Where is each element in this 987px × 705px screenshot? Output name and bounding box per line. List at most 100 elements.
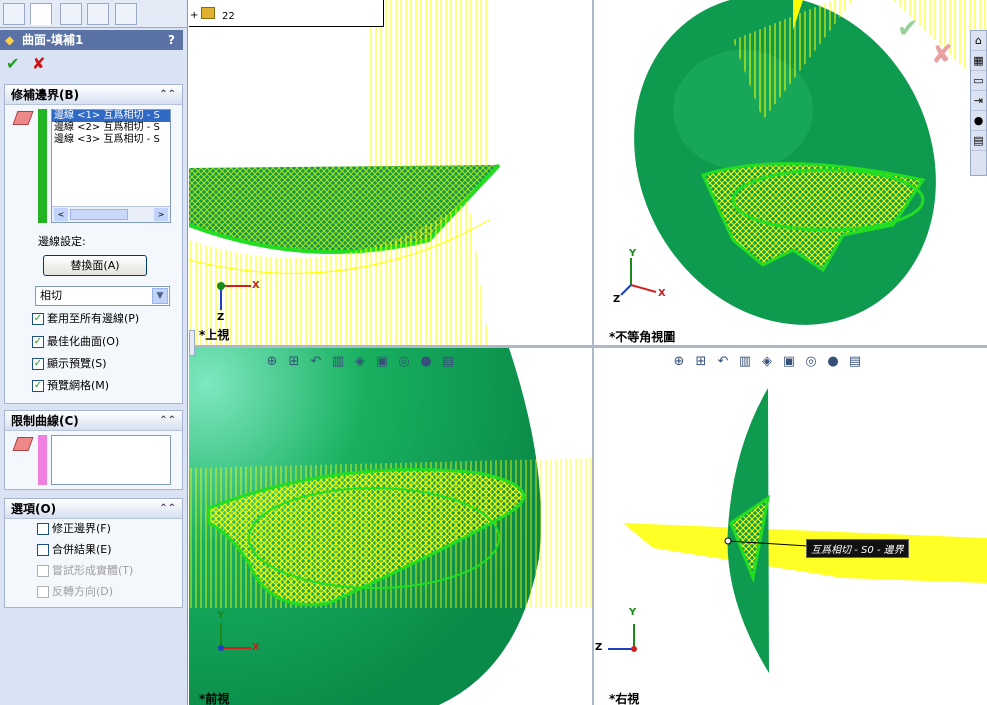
- ghost-ok-icon[interactable]: ✔: [897, 14, 919, 44]
- zoom-to-fit-icon[interactable]: ⊕: [261, 354, 283, 369]
- horizontal-splitter[interactable]: [189, 345, 987, 348]
- merge-result-checkbox[interactable]: 合併結果(E): [37, 543, 112, 559]
- patch-boundary-title: 修補邊界(B): [11, 88, 80, 102]
- preview-mesh-checkbox[interactable]: ✓ 預覽網格(M): [32, 379, 109, 395]
- expand-icon[interactable]: +: [190, 10, 198, 21]
- feature-title: 曲面-填補1: [22, 33, 84, 47]
- vertical-splitter[interactable]: [592, 0, 594, 705]
- display-style-icon[interactable]: ▣: [778, 354, 800, 369]
- zoom-area-icon[interactable]: ⊞: [690, 354, 712, 369]
- feature-tree-popup: + 22: [189, 0, 384, 27]
- constraint-curves-title: 限制曲線(C): [11, 414, 79, 428]
- appearance-icon[interactable]: ●: [971, 111, 986, 131]
- checkbox-label: 顯示預覽(S): [47, 357, 107, 370]
- triad-y-label: Y: [629, 248, 637, 259]
- explorer-icon[interactable]: ⇥: [971, 91, 986, 111]
- view-orientation-icon[interactable]: ◈: [756, 354, 778, 369]
- replace-face-button[interactable]: 替換面(A): [43, 255, 147, 276]
- scene-icon[interactable]: ▤: [844, 354, 866, 369]
- folder-icon[interactable]: ▭: [971, 71, 986, 91]
- library-icon[interactable]: ▦: [971, 51, 986, 71]
- options-header[interactable]: 選項(O) ⌃⌃: [5, 499, 182, 519]
- scene-icon[interactable]: ▤: [437, 354, 459, 369]
- viewport-front-label: *前視: [199, 692, 230, 705]
- fix-boundary-checkbox[interactable]: 修正邊界(F): [37, 522, 111, 538]
- appearance-icon[interactable]: ●: [822, 354, 844, 369]
- scroll-left-icon[interactable]: <: [54, 208, 68, 221]
- hide-show-icon[interactable]: ◎: [393, 354, 415, 369]
- boundary-list[interactable]: 邊線 <1> 互爲相切 - S 邊線 <2> 互爲相切 - S 邊線 <3> 互…: [51, 109, 171, 223]
- view-toolbar-right: ⊕ ⊞ ↶ ▥ ◈ ▣ ◎ ● ▤: [668, 354, 866, 372]
- custom-properties-icon[interactable]: ▤: [971, 131, 986, 151]
- optimize-surface-checkbox[interactable]: ✓ 最佳化曲面(O): [32, 335, 119, 351]
- property-manager-tab[interactable]: [30, 3, 52, 25]
- checkbox-label: 合併結果(E): [52, 543, 112, 556]
- section-view-icon[interactable]: ▥: [327, 354, 349, 369]
- hide-show-icon[interactable]: ◎: [800, 354, 822, 369]
- chevron-down-icon[interactable]: ▼: [152, 288, 168, 304]
- checkbox-label: 反轉方向(D): [52, 585, 114, 598]
- constraint-curves-header[interactable]: 限制曲線(C) ⌃⌃: [5, 411, 182, 431]
- manager-tabs: [0, 0, 187, 28]
- tree-item-label: 22: [222, 11, 235, 22]
- feature-icon: [201, 7, 215, 19]
- condition-value: 相切: [40, 289, 62, 302]
- boundary-color-bar: [38, 109, 47, 223]
- zoom-to-fit-icon[interactable]: ⊕: [668, 354, 690, 369]
- view-orientation-icon[interactable]: ◈: [349, 354, 371, 369]
- triad-icon: [608, 624, 637, 652]
- checkbox-label: 最佳化曲面(O): [47, 335, 120, 348]
- viewport-top[interactable]: + 22 X Z *上視: [189, 0, 592, 345]
- feature-title-bar: ◆ 曲面-填補1 ?: [0, 30, 183, 50]
- feature-manager-tab[interactable]: [3, 3, 25, 25]
- curve-select-icon: [12, 437, 34, 451]
- view-toolbar-front: ⊕ ⊞ ↶ ▥ ◈ ▣ ◎ ● ▤: [261, 354, 459, 372]
- triad-z-label: Z: [217, 312, 225, 323]
- scroll-right-icon[interactable]: >: [154, 208, 168, 221]
- panel-collapse-handle[interactable]: [189, 330, 195, 356]
- collapse-icon[interactable]: ⌃⌃: [159, 411, 176, 431]
- list-item[interactable]: 邊線 <1> 互爲相切 - S: [52, 110, 170, 122]
- checkbox-label: 預覽網格(M): [47, 379, 110, 392]
- apply-all-edges-checkbox[interactable]: ✓ 套用至所有邊線(P): [32, 312, 139, 328]
- task-pane-tabs: ⌂ ▦ ▭ ⇥ ● ▤: [970, 30, 987, 176]
- previous-view-icon[interactable]: ↶: [305, 354, 327, 369]
- triad-x-label: X: [252, 280, 260, 291]
- checkbox-label: 套用至所有邊線(P): [47, 312, 140, 325]
- collapse-icon[interactable]: ⌃⌃: [159, 85, 176, 105]
- configuration-manager-tab[interactable]: [60, 3, 82, 25]
- display-manager-tab[interactable]: [115, 3, 137, 25]
- triad-icon: [218, 623, 251, 651]
- edge-tooltip: 互爲相切 - S0 - 邊界: [806, 539, 909, 558]
- edge-select-icon: [12, 111, 34, 125]
- list-item[interactable]: 邊線 <3> 互爲相切 - S: [52, 134, 170, 146]
- previous-view-icon[interactable]: ↶: [712, 354, 734, 369]
- help-button[interactable]: ?: [168, 30, 175, 50]
- viewport-right[interactable]: ⊕ ⊞ ↶ ▥ ◈ ▣ ◎ ● ▤ Y Z *右視: [593, 348, 987, 705]
- viewport-front[interactable]: ⊕ ⊞ ↶ ▥ ◈ ▣ ◎ ● ▤ Y X *前視: [189, 348, 592, 705]
- triad-x-label: X: [252, 642, 260, 653]
- collapse-icon[interactable]: ⌃⌃: [159, 499, 176, 519]
- viewport-isometric[interactable]: ✔ ✘ Y X Z *不等角視圖: [593, 0, 987, 345]
- list-item[interactable]: 邊線 <2> 互爲相切 - S: [52, 122, 170, 134]
- patch-boundary-header[interactable]: 修補邊界(B) ⌃⌃: [5, 85, 182, 105]
- scroll-thumb[interactable]: [70, 209, 128, 220]
- options-title: 選項(O): [11, 502, 57, 516]
- show-preview-checkbox[interactable]: ✓ 顯示預覽(S): [32, 357, 107, 373]
- dimxpert-tab[interactable]: [87, 3, 109, 25]
- triad-y-label: Y: [629, 607, 637, 618]
- constraint-color-bar: [38, 435, 47, 485]
- edge-settings-label: 邊線設定:: [38, 235, 86, 248]
- home-icon[interactable]: ⌂: [971, 31, 986, 51]
- cancel-button[interactable]: ✘: [32, 54, 45, 73]
- constraint-curve-list[interactable]: [51, 435, 171, 485]
- horizontal-scrollbar[interactable]: < >: [52, 206, 170, 222]
- appearance-icon[interactable]: ●: [415, 354, 437, 369]
- ok-button[interactable]: ✔: [6, 54, 19, 73]
- section-view-icon[interactable]: ▥: [734, 354, 756, 369]
- condition-dropdown[interactable]: 相切 ▼: [35, 286, 170, 306]
- ghost-cancel-icon[interactable]: ✘: [931, 40, 953, 70]
- triad-x-label: X: [658, 288, 666, 299]
- zoom-area-icon[interactable]: ⊞: [283, 354, 305, 369]
- display-style-icon[interactable]: ▣: [371, 354, 393, 369]
